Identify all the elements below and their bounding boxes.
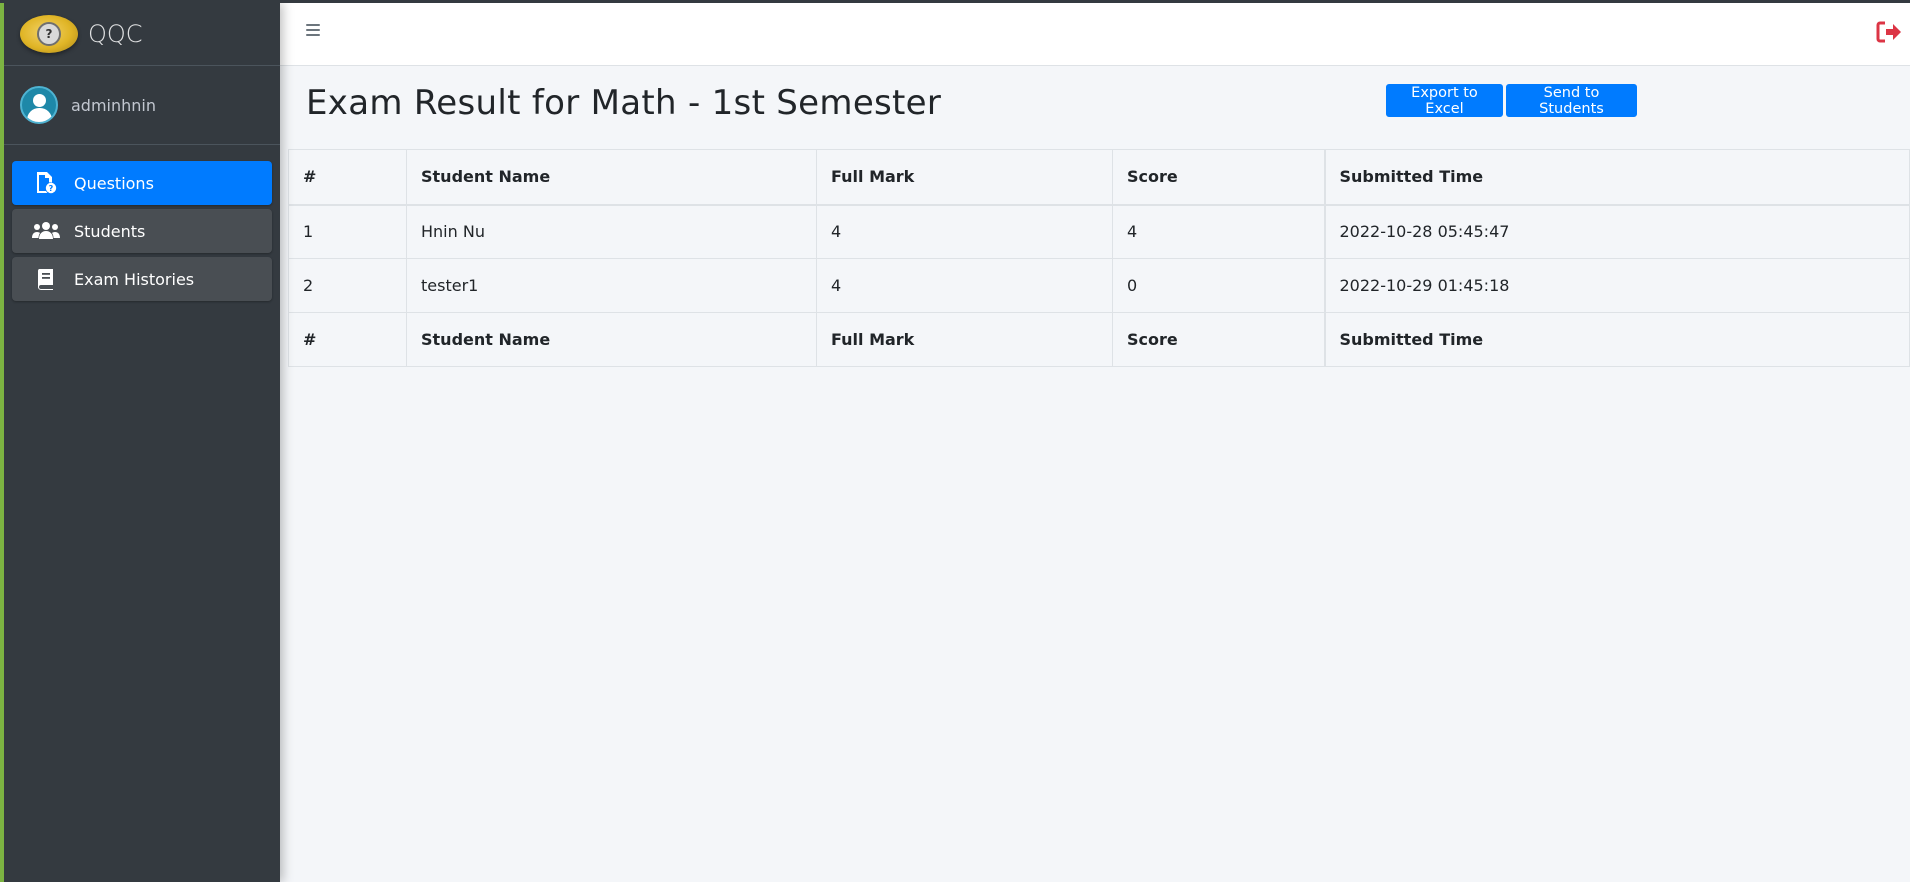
sidebar-item-questions[interactable]: ? Questions [12,161,272,205]
table-cell: 2 [288,258,407,313]
column-footer: Submitted Time [1323,312,1910,367]
top-border [0,0,1910,3]
table-cell: tester1 [406,258,817,313]
table-cell: 2022-10-29 01:45:18 [1323,258,1910,313]
table-row: 1 Hnin Nu 4 4 2022-10-28 05:45:47 [288,204,1910,259]
brand-link[interactable]: ? QQC [4,3,280,66]
table-row: 2 tester1 4 0 2022-10-29 01:45:18 [288,258,1910,313]
column-header[interactable]: Submitted Time [1323,149,1910,206]
export-to-excel-button[interactable]: Export to Excel [1386,84,1503,117]
column-footer: # [288,312,407,367]
exam-result-table: # Student Name Full Mark Score Submitted… [288,149,1910,367]
sidebar-item-students[interactable]: Students [12,209,272,253]
column-header[interactable]: # [288,149,407,206]
book-icon [32,267,60,291]
brand-name: QQC [88,20,143,48]
user-name[interactable]: adminhnin [71,96,156,115]
column-footer: Student Name [406,312,817,367]
table-header-row: # Student Name Full Mark Score Submitted… [288,149,1910,206]
table-cell: 4 [1112,204,1325,259]
file-question-icon: ? [32,171,60,195]
sidebar: ? QQC adminhnin ? Questions Students Exa… [4,3,280,882]
sidebar-item-label: Students [74,221,146,241]
table-cell: 1 [288,204,407,259]
table-cell: 4 [816,258,1113,313]
column-footer: Full Mark [816,312,1113,367]
table-cell: 0 [1112,258,1325,313]
sidebar-item-exam-histories[interactable]: Exam Histories [12,257,272,301]
users-icon [32,219,60,243]
brand-logo-icon: ? [20,15,78,53]
window-edge [0,3,4,882]
top-navbar [280,3,1910,66]
user-avatar-icon [20,86,58,124]
table-cell: 2022-10-28 05:45:47 [1323,204,1910,259]
sidebar-item-label: Questions [74,173,154,193]
column-header[interactable]: Student Name [406,149,817,206]
hamburger-icon[interactable] [304,21,322,39]
main-content: Exam Result for Math - 1st Semester Expo… [280,66,1910,882]
column-header[interactable]: Full Mark [816,149,1113,206]
sign-out-icon[interactable] [1876,21,1902,45]
table-footer-row: # Student Name Full Mark Score Submitted… [288,312,1910,367]
page-title: Exam Result for Math - 1st Semester [306,83,942,123]
table-cell: 4 [816,204,1113,259]
table-cell: Hnin Nu [406,204,817,259]
sidebar-nav: ? Questions Students Exam Histories [4,145,280,301]
sidebar-item-label: Exam Histories [74,269,195,289]
send-to-students-button[interactable]: Send to Students [1506,84,1637,117]
svg-text:?: ? [49,184,54,193]
user-panel[interactable]: adminhnin [4,66,280,145]
column-footer: Score [1112,312,1325,367]
column-header[interactable]: Score [1112,149,1325,206]
